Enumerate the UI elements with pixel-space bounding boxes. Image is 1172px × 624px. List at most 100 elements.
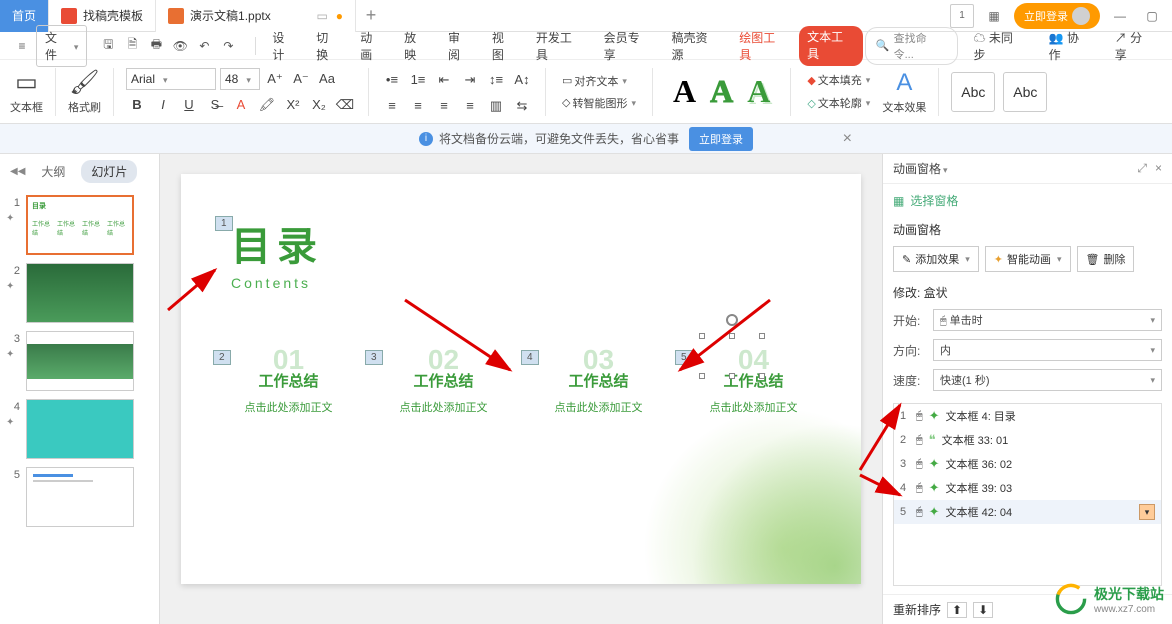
maximize-icon[interactable]: ▢ xyxy=(1140,4,1164,28)
clear-format-button[interactable]: ⌫ xyxy=(334,94,356,116)
delete-anim-button[interactable]: 🗑 删除 xyxy=(1077,246,1135,272)
tab-design[interactable]: 设计 xyxy=(264,26,304,66)
share-button[interactable]: ↗ 分享 xyxy=(1107,26,1162,66)
content-item-1[interactable]: 01工作总结点击此处添加正文 xyxy=(245,344,333,415)
wordart-fill[interactable]: A xyxy=(673,73,696,110)
text-effect-button[interactable]: A文本效果 xyxy=(882,69,926,115)
tab-slideshow[interactable]: 放映 xyxy=(396,26,436,66)
tab-drawing-tools[interactable]: 绘图工具 xyxy=(731,26,795,66)
thumbnail-4[interactable] xyxy=(26,399,134,459)
anim-list-item[interactable]: 4🖱✦文本框 39: 03 xyxy=(894,476,1161,500)
move-down-icon[interactable]: ⬇ xyxy=(973,602,993,618)
bold-button[interactable]: B xyxy=(126,94,148,116)
coop-button[interactable]: 👥 协作 xyxy=(1041,26,1099,66)
strike-button[interactable]: S̶ xyxy=(204,94,226,116)
anim-list-item[interactable]: 3🖱✦文本框 36: 02 xyxy=(894,452,1161,476)
badge-icon[interactable]: 1 xyxy=(950,4,974,28)
thumbnail-2[interactable] xyxy=(26,263,134,323)
style-preset-1[interactable]: Abc xyxy=(951,72,995,112)
subscript-button[interactable]: X₂ xyxy=(308,94,330,116)
resize-handle[interactable] xyxy=(759,333,765,339)
thumbnail-3[interactable] xyxy=(26,331,134,391)
numbering-button[interactable]: 1≡ xyxy=(407,69,429,91)
slide-title-box[interactable]: 目录 Contents xyxy=(231,214,323,291)
tab-text-tools[interactable]: 文本工具 xyxy=(799,26,863,66)
decrease-font-icon[interactable]: A⁻ xyxy=(290,68,312,90)
tab-animation[interactable]: 动画 xyxy=(352,26,392,66)
thumbnail-5[interactable] xyxy=(26,467,134,527)
notice-close-icon[interactable]: × xyxy=(843,130,852,148)
rotate-handle-icon[interactable] xyxy=(726,314,738,326)
resize-handle[interactable] xyxy=(759,373,765,379)
align-center-button[interactable]: ≡ xyxy=(407,95,429,117)
italic-button[interactable]: I xyxy=(152,94,174,116)
preview-icon[interactable]: 👁 xyxy=(171,37,189,55)
tab-review[interactable]: 审阅 xyxy=(440,26,480,66)
save-icon[interactable]: 🖫 xyxy=(99,37,117,55)
anim-tag-5[interactable]: 5 xyxy=(675,350,693,365)
print-icon[interactable]: 🖶 xyxy=(147,37,165,55)
content-item-4[interactable]: 04工作总结点击此处添加正文 xyxy=(710,344,798,415)
smart-anim-button[interactable]: ✦ 智能动画 xyxy=(985,246,1071,272)
font-color-button[interactable]: A xyxy=(230,94,252,116)
anim-tag-3[interactable]: 3 xyxy=(365,350,383,365)
minimize-icon[interactable]: — xyxy=(1108,4,1132,28)
pin-icon[interactable]: ⤢ xyxy=(1137,161,1147,176)
new-icon[interactable]: 🗎 xyxy=(123,37,141,55)
superscript-button[interactable]: X² xyxy=(282,94,304,116)
bullets-button[interactable]: •≡ xyxy=(381,69,403,91)
close-pane-icon[interactable]: × xyxy=(1155,161,1162,176)
resize-handle[interactable] xyxy=(729,333,735,339)
anim-list-item[interactable]: 5🖱✦文本框 42: 04▾ xyxy=(894,500,1161,524)
unsync-button[interactable]: ☁ 未同步 xyxy=(966,26,1033,66)
decrease-indent-button[interactable]: ⇤ xyxy=(433,69,455,91)
resize-handle[interactable] xyxy=(699,333,705,339)
anim-tag-4[interactable]: 4 xyxy=(521,350,539,365)
align-right-button[interactable]: ≡ xyxy=(433,95,455,117)
menu-hamburger-icon[interactable]: ≡ xyxy=(10,34,34,58)
increase-indent-button[interactable]: ⇥ xyxy=(459,69,481,91)
font-size-select[interactable]: 48 xyxy=(220,68,260,90)
smart-graphic-dropdown[interactable]: ◇ 转智能图形 xyxy=(558,93,640,113)
tab-resources[interactable]: 稿壳资源 xyxy=(663,26,727,66)
content-item-3[interactable]: 03工作总结点击此处添加正文 xyxy=(555,344,643,415)
underline-button[interactable]: U xyxy=(178,94,200,116)
tab-view[interactable]: 视图 xyxy=(484,26,524,66)
resize-handle[interactable] xyxy=(729,373,735,379)
align-left-button[interactable]: ≡ xyxy=(381,95,403,117)
selection-handles[interactable] xyxy=(702,336,762,376)
slides-tab[interactable]: 幻灯片 xyxy=(81,160,137,183)
anim-tag-2[interactable]: 2 xyxy=(213,350,231,365)
text-fill-dropdown[interactable]: ◆ 文本填充 xyxy=(803,70,874,90)
tab-developer[interactable]: 开发工具 xyxy=(528,26,592,66)
anim-list-item[interactable]: 2🖱❝文本框 33: 01 xyxy=(894,428,1161,452)
outline-tab[interactable]: 大纲 xyxy=(31,160,75,183)
tab-member[interactable]: 会员专享 xyxy=(596,26,660,66)
highlight-button[interactable]: 🖍 xyxy=(256,94,278,116)
spacing-button[interactable]: ⇆ xyxy=(511,95,533,117)
tab-transition[interactable]: 切换 xyxy=(308,26,348,66)
item-dropdown-icon[interactable]: ▾ xyxy=(1139,504,1155,520)
content-item-2[interactable]: 02工作总结点击此处添加正文 xyxy=(400,344,488,415)
speed-select[interactable]: 快速(1 秒) xyxy=(933,369,1162,391)
selection-pane-link[interactable]: ▦选择窗格 xyxy=(893,192,1162,209)
style-preset-2[interactable]: Abc xyxy=(1003,72,1047,112)
font-family-select[interactable]: Arial xyxy=(126,68,216,90)
tab-add[interactable]: + xyxy=(356,5,386,26)
command-search[interactable]: 🔍 查找命令... xyxy=(865,27,958,65)
text-direction-button[interactable]: A↕ xyxy=(511,69,533,91)
anim-tag-1[interactable]: 1 xyxy=(215,216,233,231)
line-spacing-button[interactable]: ↕≡ xyxy=(485,69,507,91)
collapse-icon[interactable]: ◀◀ xyxy=(10,166,25,177)
wordart-outline[interactable]: A xyxy=(710,73,733,110)
undo-icon[interactable]: ↶ xyxy=(195,37,213,55)
add-effect-button[interactable]: ✎ 添加效果 xyxy=(893,246,979,272)
anim-list-item[interactable]: 1🖱✦文本框 4: 目录 xyxy=(894,404,1161,428)
apps-icon[interactable]: ▦ xyxy=(982,4,1006,28)
direction-select[interactable]: 内 xyxy=(933,339,1162,361)
increase-font-icon[interactable]: A⁺ xyxy=(264,68,286,90)
change-case-icon[interactable]: Aa xyxy=(316,68,338,90)
wordart-styles[interactable]: A A A xyxy=(665,73,778,110)
start-select[interactable]: 🖱 单击时 xyxy=(933,309,1162,331)
text-outline-dropdown[interactable]: ◇ 文本轮廓 xyxy=(803,93,874,113)
